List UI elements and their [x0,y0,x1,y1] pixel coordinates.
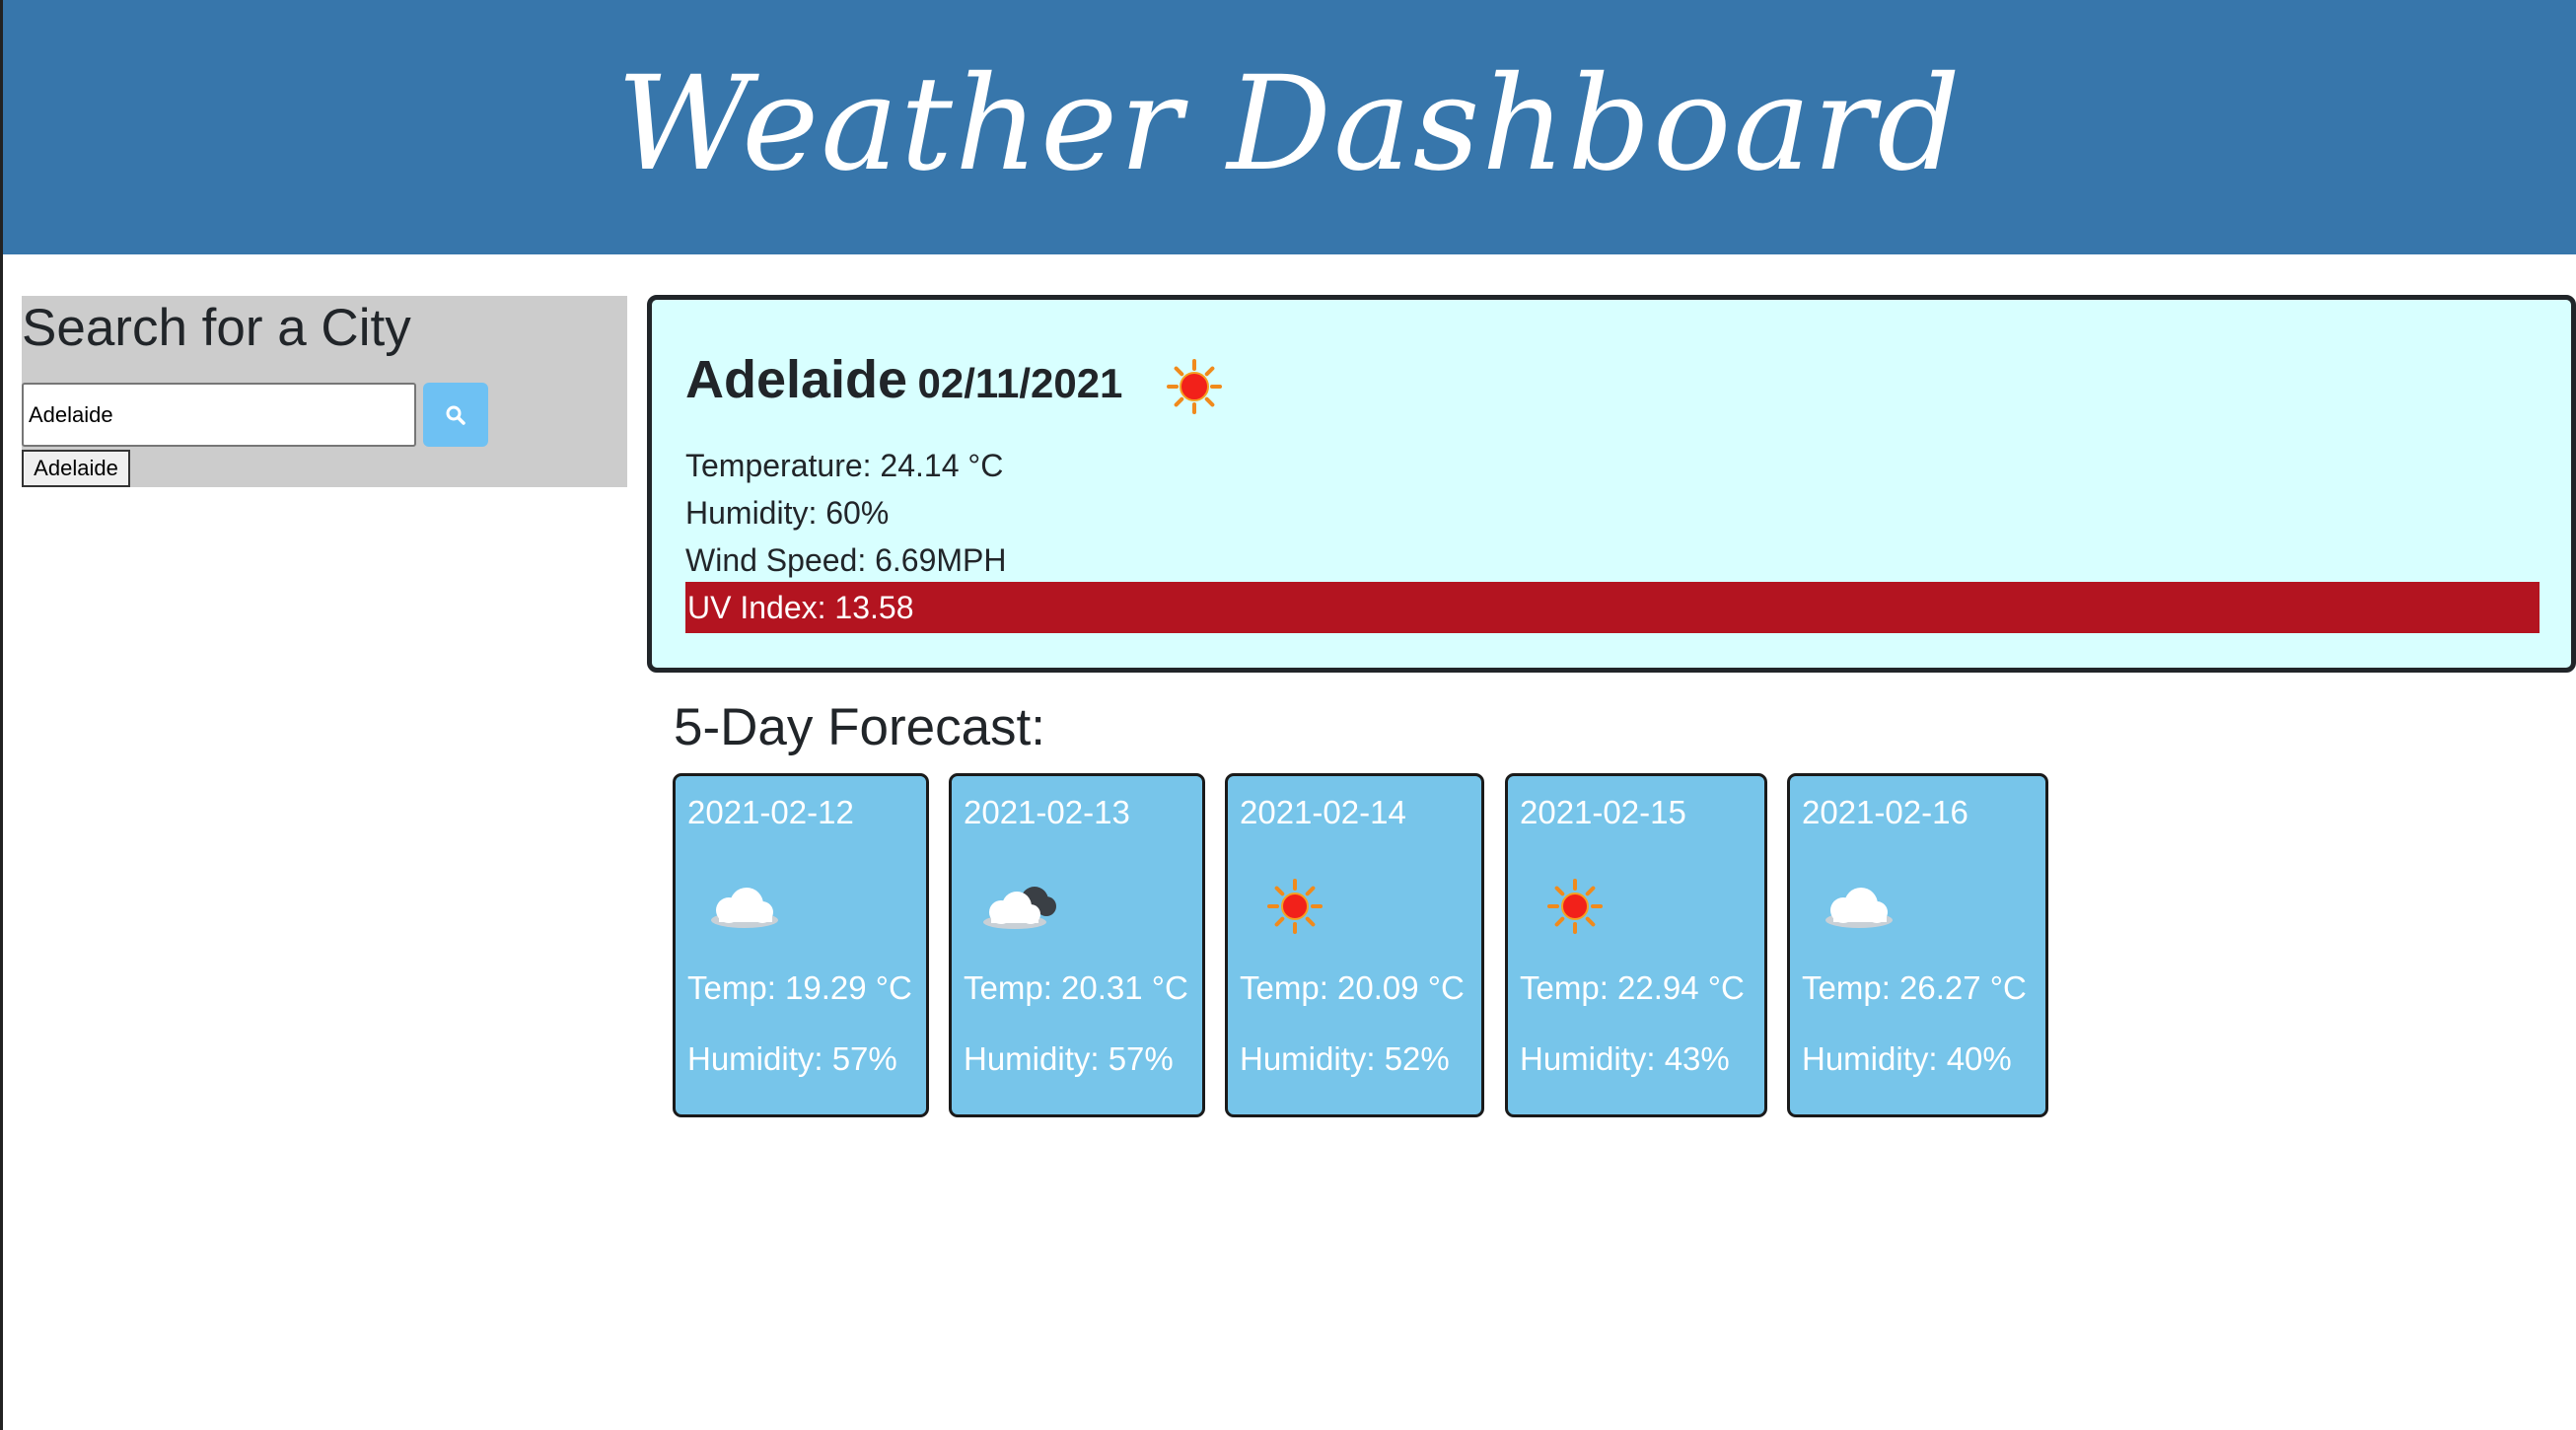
forecast-card: 2021-02-13 Temp: 20.31 °C Humidity: 57% [949,773,1205,1117]
city-search-input[interactable] [22,383,416,447]
forecast-humidity: Humidity: 57% [964,1040,1174,1077]
forecast-humidity: Humidity: 52% [1240,1040,1450,1077]
current-weather-panel: Adelaide 02/11/2021 Temperature: 24.14 °… [647,295,2576,673]
forecast-title: 5-Day Forecast: [674,698,1046,756]
forecast-temp: Temp: 22.94 °C [1520,969,1745,1006]
page-header: Weather Dashboard [3,0,2576,254]
forecast-temp: Temp: 26.27 °C [1802,969,2027,1006]
cloud-icon [1825,888,1893,928]
uv-index-bar: UV Index: 13.58 [685,582,2540,633]
cloud-icon [711,888,778,928]
forecast-card: 2021-02-12 Temp: 19.29 °C Humidity: 57% [673,773,929,1117]
forecast-humidity: Humidity: 43% [1520,1040,1730,1077]
search-button[interactable] [423,383,488,447]
search-panel: Search for a City Adelaide [22,296,627,487]
search-heading: Search for a City [22,299,411,357]
forecast-humidity: Humidity: 40% [1802,1040,2012,1077]
broken-clouds-icon [983,887,1056,929]
forecast-date: 2021-02-13 [964,794,1130,830]
forecast-date: 2021-02-12 [687,794,854,830]
current-date: 02/11/2021 [917,360,1123,406]
sun-icon [1167,359,1222,414]
search-icon [446,405,465,425]
forecast-card: 2021-02-15 Temp: 22.94 °C Humidity: 43% [1505,773,1767,1117]
forecast-date: 2021-02-14 [1240,794,1406,830]
forecast-temp: Temp: 20.09 °C [1240,969,1465,1006]
wind-speed-text: Wind Speed: 6.69MPH [685,542,1007,578]
temperature-text: Temperature: 24.14 °C [685,448,1004,483]
forecast-temp: Temp: 19.29 °C [687,969,912,1006]
city-heading: Adelaide 02/11/2021 [685,349,1122,410]
forecast-card: 2021-02-14 Temp: 20.09 °C Humidity: 52% [1225,773,1484,1117]
forecast-humidity: Humidity: 57% [687,1040,897,1077]
forecast-card: 2021-02-16 Temp: 26.27 °C Humidity: 40% [1787,773,2048,1117]
sun-icon [1547,879,1603,934]
forecast-date: 2021-02-16 [1802,794,1968,830]
forecast-temp: Temp: 20.31 °C [964,969,1188,1006]
humidity-text: Humidity: 60% [685,495,890,531]
city-name: Adelaide [685,350,908,409]
page-title: Weather Dashboard [616,48,1963,200]
history-city-button[interactable]: Adelaide [22,450,130,487]
forecast-date: 2021-02-15 [1520,794,1686,830]
sun-icon [1267,879,1323,934]
